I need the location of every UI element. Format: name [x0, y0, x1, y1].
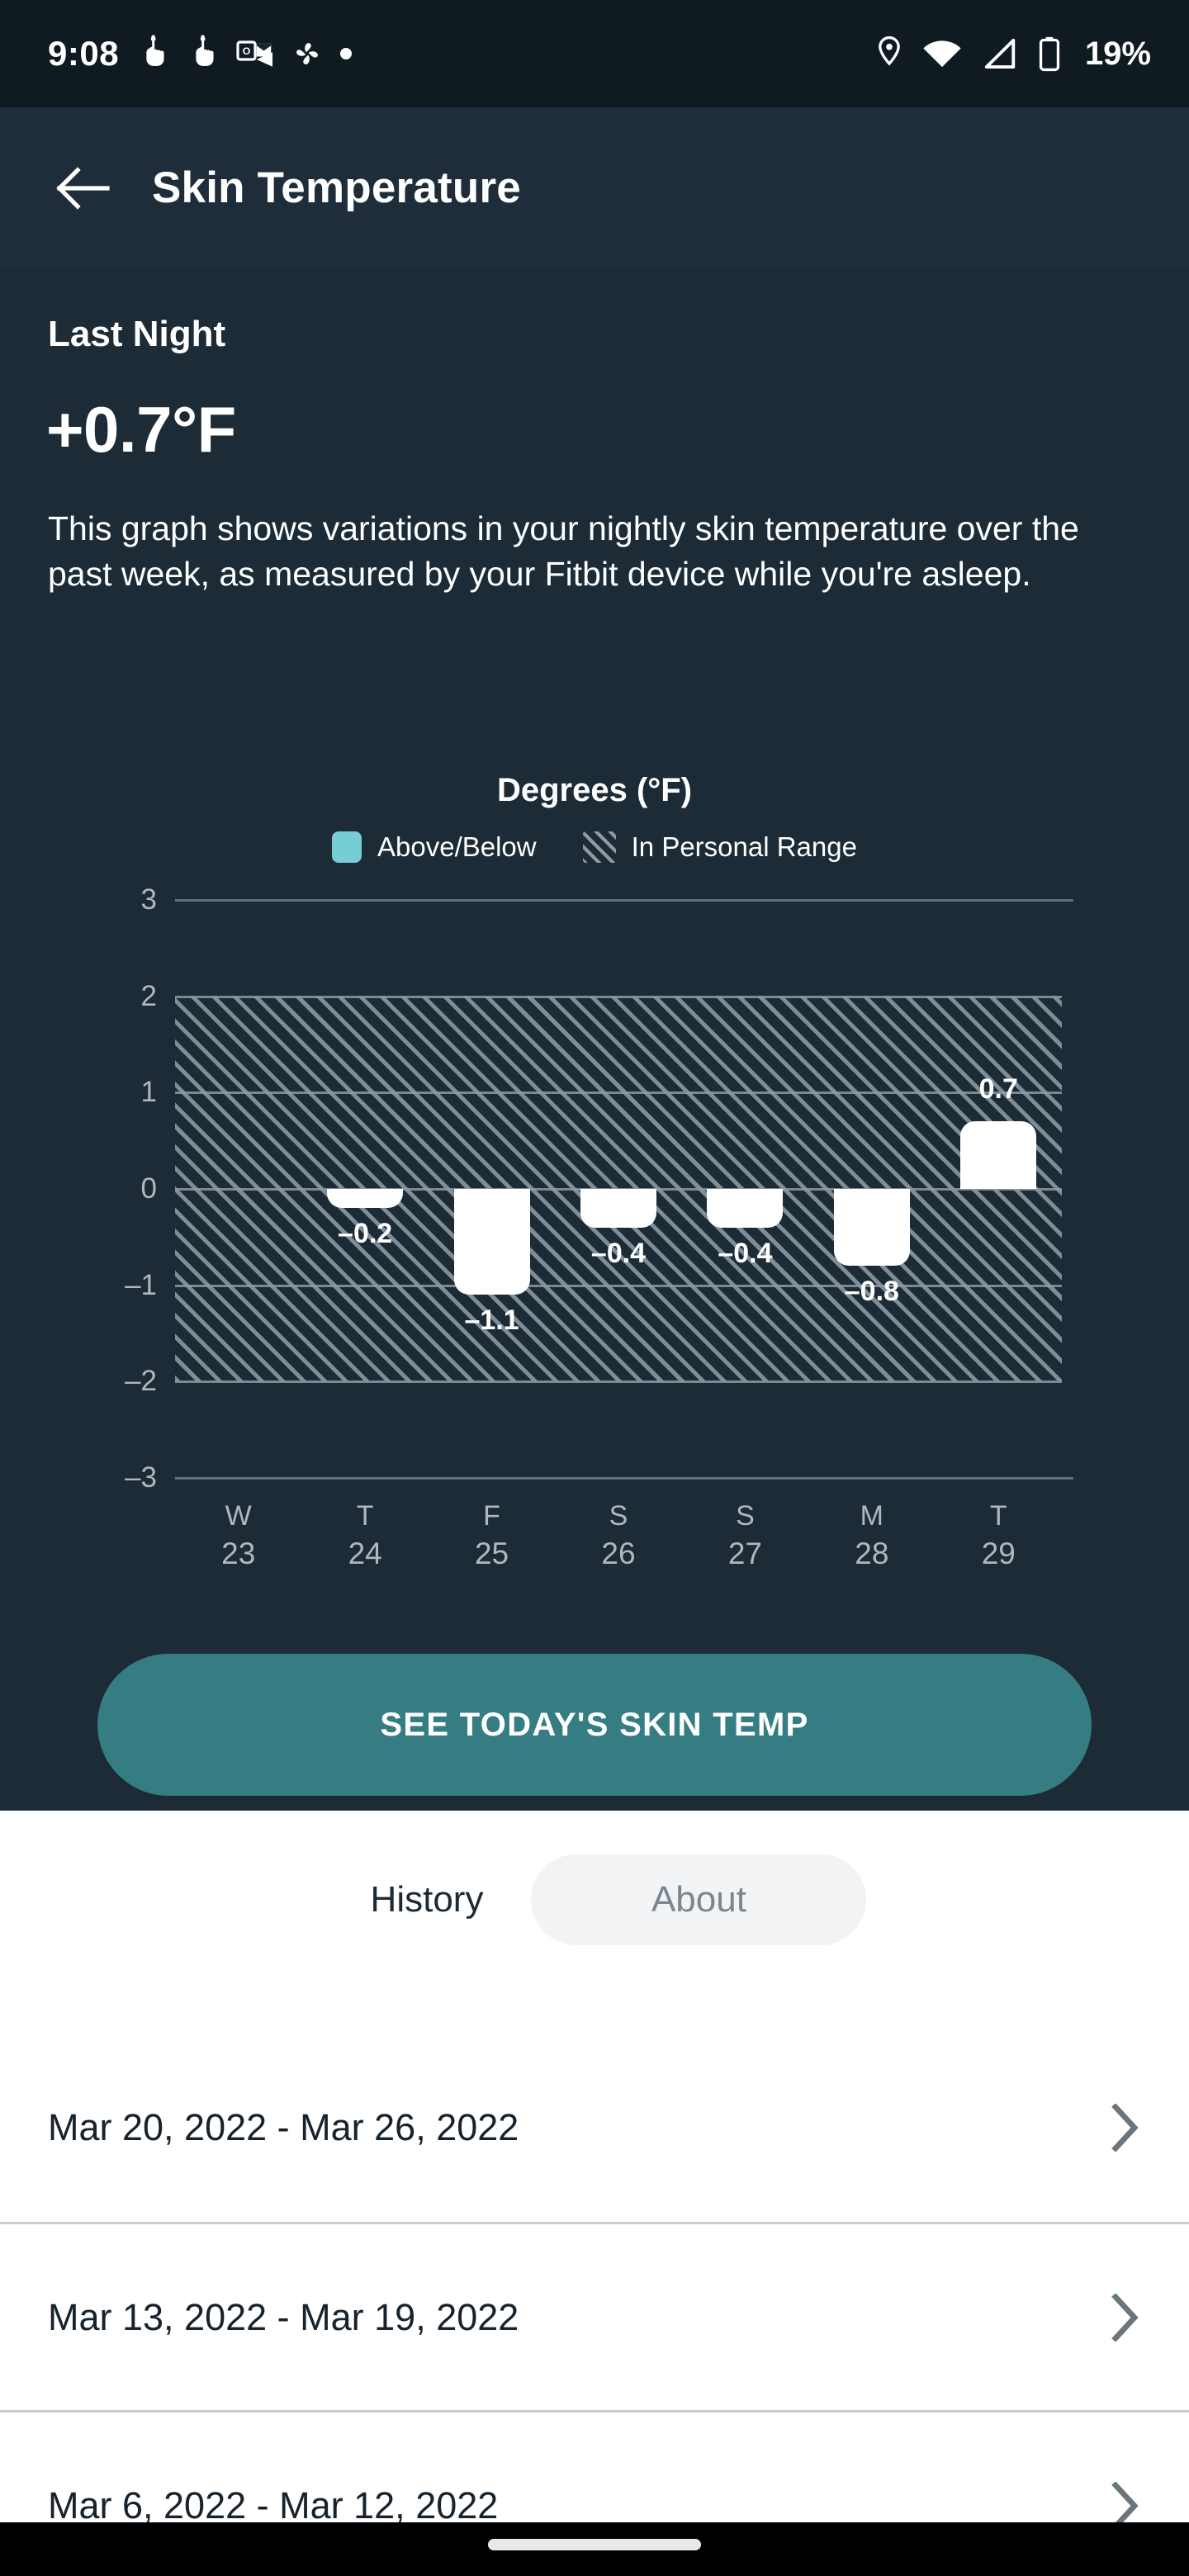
legend-swatch-solid-icon [332, 831, 362, 863]
history-list: Mar 20, 2022 - Mar 26, 2022 Mar 13, 2022 … [0, 2034, 1189, 2576]
chart-y-tick-label: –2 [0, 1365, 157, 1398]
wifi-icon [921, 37, 963, 70]
chevron-right-icon [1111, 2104, 1139, 2152]
chart-bar[interactable] [834, 1189, 910, 1266]
chart-x-tick-dow: S [679, 1499, 811, 1534]
location-pin-icon [875, 36, 903, 72]
chart-x-axis: W23T24F25S26S27M28T29 [175, 1499, 1062, 1606]
chart-gridline [175, 996, 1062, 998]
see-today-skin-temp-button[interactable]: SEE TODAY'S SKIN TEMP [97, 1654, 1092, 1796]
dot-icon [340, 48, 352, 59]
legend-swatch-hatch-icon [583, 831, 616, 863]
legend-item-personal-range: In Personal Range [583, 831, 857, 863]
tab-about[interactable]: About [531, 1854, 866, 1945]
history-section: History About Mar 20, 2022 - Mar 26, 202… [0, 1811, 1189, 2522]
page-title: Skin Temperature [152, 163, 521, 213]
description-text: This graph shows variations in your nigh… [48, 506, 1138, 598]
status-bar-clock: 9:08 [48, 36, 119, 71]
chart-bar[interactable] [707, 1189, 783, 1228]
chart-legend: Above/Below In Personal Range [0, 831, 1189, 863]
history-row-label: Mar 13, 2022 - Mar 19, 2022 [48, 2296, 519, 2339]
status-bar-notification-icons: O [137, 35, 352, 73]
chart-x-tick-day: 28 [806, 1534, 938, 1574]
chart-x-tick-day: 27 [679, 1534, 811, 1574]
chart-x-tick-dow: F [426, 1499, 558, 1534]
chart-x-tick: T24 [299, 1499, 431, 1574]
chart-bar-value-label: –0.2 [291, 1218, 439, 1250]
tab-history-label: History [371, 1879, 484, 1920]
chart-bar-value-label: –0.4 [670, 1238, 819, 1270]
chart-y-tick-label: –1 [0, 1269, 157, 1302]
home-indicator[interactable] [488, 2539, 701, 2550]
chart-x-tick-dow: S [552, 1499, 685, 1534]
tab-bar: History About [0, 1850, 1189, 1949]
chart-gridline [175, 899, 1073, 902]
chart-bar[interactable] [327, 1189, 403, 1208]
chart-bar-value-label: –0.8 [798, 1276, 946, 1308]
summary-section: Last Night +0.7°F This graph shows varia… [0, 268, 1189, 1811]
chart-y-tick-label: 0 [0, 1172, 157, 1205]
chart-x-tick-day: 29 [932, 1534, 1064, 1574]
history-row-label: Mar 6, 2022 - Mar 12, 2022 [48, 2484, 498, 2527]
chart-bar[interactable] [454, 1189, 530, 1295]
chart-x-tick: W23 [173, 1499, 305, 1574]
history-row-label: Mar 20, 2022 - Mar 26, 2022 [48, 2106, 519, 2149]
chart-x-tick: T29 [932, 1499, 1064, 1574]
temperature-value: +0.7°F [46, 392, 236, 467]
chart-x-tick: S27 [679, 1499, 811, 1574]
chart-y-tick-label: 3 [0, 883, 157, 916]
chart-x-tick: S26 [552, 1499, 685, 1574]
chart-x-tick-day: 25 [426, 1534, 558, 1574]
chart-bar-value-label: –1.1 [418, 1305, 566, 1337]
status-bar-system-icons: 19% [875, 36, 1151, 72]
back-button[interactable] [38, 143, 129, 234]
chart-title: Degrees (°F) [0, 772, 1189, 809]
phone-screen: 9:08 O 19% Skin Temperature Last Night +… [0, 0, 1189, 2576]
cellular-signal-icon [981, 37, 1019, 70]
tab-history[interactable]: History [323, 1854, 532, 1945]
chart-x-tick-day: 23 [173, 1534, 305, 1574]
legend-label: In Personal Range [632, 831, 857, 863]
chart-x-tick-dow: T [299, 1499, 431, 1534]
period-label: Last Night [48, 314, 225, 355]
chart-plot: 3210–1–2–3 –0.2–1.1–0.4–0.4–0.80.7 [0, 900, 1189, 1478]
chart-bar-value-label: 0.7 [924, 1073, 1073, 1106]
chart-y-tick-label: –3 [0, 1461, 157, 1494]
outlook-icon: O [236, 36, 274, 71]
navigation-bar [0, 2522, 1189, 2576]
chart-plot-area: –0.2–1.1–0.4–0.4–0.80.7 [175, 900, 1062, 1478]
chart-y-tick-label: 1 [0, 1076, 157, 1109]
gesture-tap-icon [187, 35, 221, 73]
svg-text:O: O [243, 45, 251, 57]
status-bar: 9:08 O 19% [0, 0, 1189, 107]
chart-x-tick-day: 24 [299, 1534, 431, 1574]
tab-about-label: About [651, 1879, 746, 1920]
chart-y-axis: 3210–1–2–3 [0, 900, 157, 1478]
skin-temp-chart: Degrees (°F) Above/Below In Personal Ran… [0, 772, 1189, 1680]
chart-x-tick-dow: W [173, 1499, 305, 1534]
chart-x-tick-dow: M [806, 1499, 938, 1534]
battery-icon [1037, 36, 1062, 72]
chart-bar[interactable] [580, 1189, 656, 1228]
chart-bar[interactable] [960, 1121, 1036, 1189]
history-row[interactable]: Mar 13, 2022 - Mar 19, 2022 [0, 2222, 1189, 2410]
back-arrow-icon [56, 165, 111, 211]
chart-x-tick-day: 26 [552, 1534, 685, 1574]
chart-gridline [175, 1380, 1062, 1383]
pinwheel-icon [289, 36, 325, 72]
history-row[interactable]: Mar 20, 2022 - Mar 26, 2022 [0, 2034, 1189, 2222]
chart-x-tick: F25 [426, 1499, 558, 1574]
chart-gridline [175, 1477, 1073, 1480]
chevron-right-icon [1111, 2294, 1139, 2342]
chart-y-tick-label: 2 [0, 980, 157, 1013]
legend-label: Above/Below [377, 831, 537, 863]
app-bar: Skin Temperature [0, 107, 1189, 268]
see-today-skin-temp-label: SEE TODAY'S SKIN TEMP [380, 1707, 808, 1744]
legend-item-above-below: Above/Below [332, 831, 537, 863]
gesture-tap-icon [137, 35, 172, 73]
chart-x-tick: M28 [806, 1499, 938, 1574]
battery-percent-label: 19% [1085, 37, 1151, 70]
chart-x-tick-dow: T [932, 1499, 1064, 1534]
